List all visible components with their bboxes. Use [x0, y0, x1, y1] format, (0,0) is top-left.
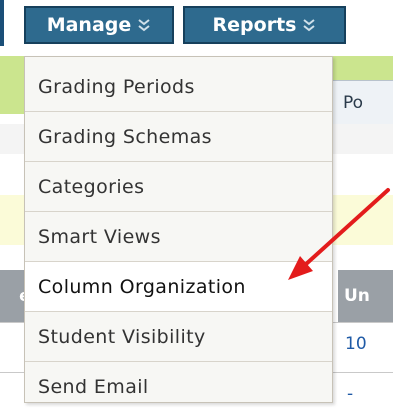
- manage-menu-button[interactable]: Manage: [24, 6, 174, 44]
- double-chevron-down-icon: [138, 19, 150, 32]
- manage-dropdown-menu: Grading Periods Grading Schemas Categori…: [24, 56, 333, 403]
- nav-left-edge: [0, 0, 4, 46]
- reports-menu-button[interactable]: Reports: [183, 6, 346, 44]
- menu-item-categories[interactable]: Categories: [25, 162, 332, 212]
- reports-label: Reports: [212, 14, 297, 36]
- menu-item-column-organization[interactable]: Column Organization: [25, 262, 332, 312]
- grid-cell-empty: -: [347, 384, 354, 404]
- grid-cell-link[interactable]: 10: [345, 334, 367, 354]
- column-header-partial[interactable]: Po: [332, 80, 393, 124]
- menu-item-send-email[interactable]: Send Email: [25, 362, 332, 412]
- double-chevron-down-icon: [303, 19, 316, 32]
- menu-item-smart-views[interactable]: Smart Views: [25, 212, 332, 262]
- menu-item-grading-schemas[interactable]: Grading Schemas: [25, 112, 332, 162]
- manage-label: Manage: [46, 14, 132, 36]
- menu-item-grading-periods[interactable]: Grading Periods: [25, 62, 332, 112]
- grid-header-right[interactable]: Un: [338, 270, 393, 322]
- menu-item-student-visibility[interactable]: Student Visibility: [25, 312, 332, 362]
